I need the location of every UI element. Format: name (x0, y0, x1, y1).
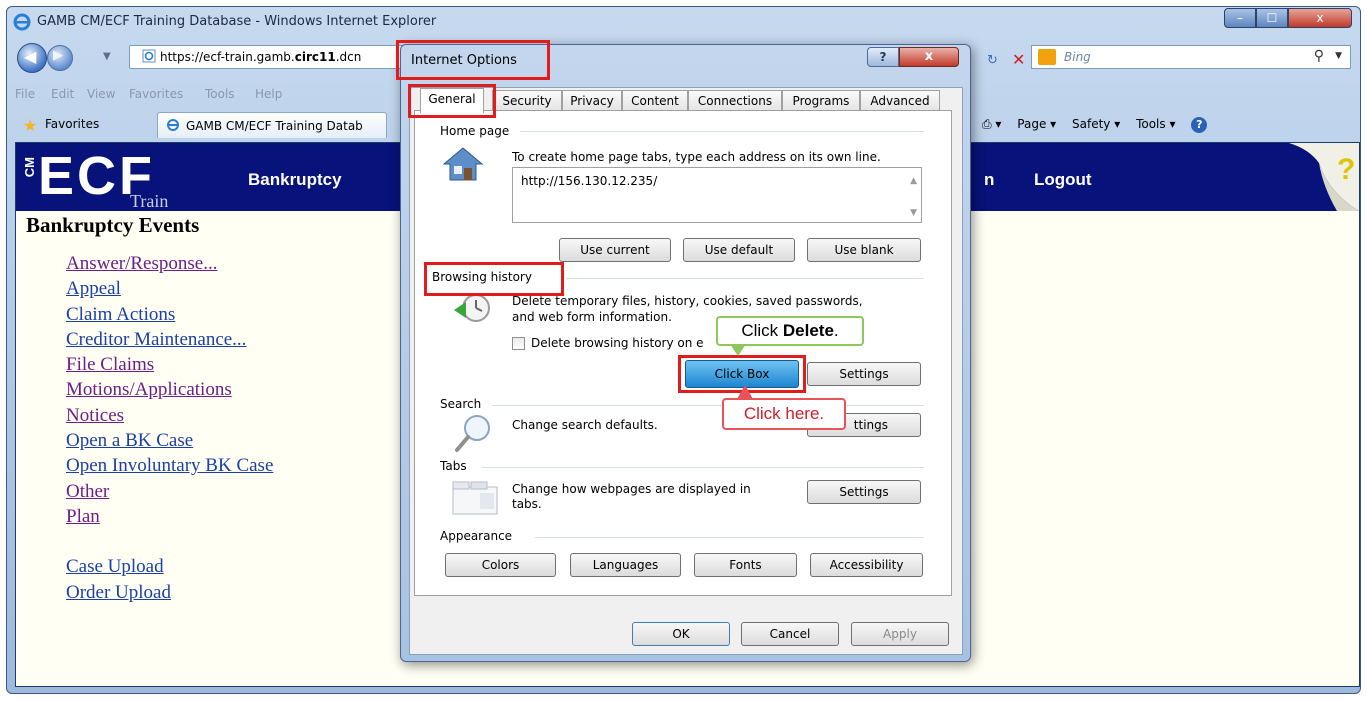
nav-logout[interactable]: Logout (1034, 170, 1092, 190)
search-box[interactable]: Bing ⚲ ▼ (1031, 45, 1351, 69)
use-default-button[interactable]: Use default (683, 238, 795, 262)
home-page-textarea[interactable]: http://156.130.12.235/ ▲ ▼ (512, 167, 922, 223)
browser-tab[interactable]: GAMB CM/ECF Training Datab (157, 112, 387, 138)
page-icon (142, 49, 156, 63)
title-bar: GAMB CM/ECF Training Database - Windows … (7, 7, 1360, 37)
ie-page-icon (167, 119, 179, 131)
back-button[interactable]: ◀ (17, 43, 47, 73)
apply-button[interactable]: Apply (851, 622, 949, 646)
forward-arrow-icon: ▶ (53, 48, 63, 63)
tab-content[interactable]: Content (622, 90, 688, 112)
event-link[interactable]: Answer/Response... (66, 251, 273, 276)
colors-button[interactable]: Colors (445, 553, 556, 577)
click-here-callout: Click here. (722, 398, 846, 430)
tab-security[interactable]: Security (492, 90, 562, 112)
event-link[interactable]: Plan (66, 504, 273, 529)
use-blank-button[interactable]: Use blank (807, 238, 921, 262)
tab-programs[interactable]: Programs (782, 90, 860, 112)
menu-favorites[interactable]: Favorites (129, 87, 183, 101)
cancel-button[interactable]: Cancel (741, 622, 839, 646)
recent-pages-dropdown-icon[interactable]: ▼ (103, 51, 111, 62)
svg-text:?: ? (1337, 153, 1355, 186)
languages-button[interactable]: Languages (570, 553, 681, 577)
event-link[interactable]: Appeal (66, 276, 273, 301)
forward-button[interactable]: ▶ (47, 45, 73, 71)
event-link[interactable]: Notices (66, 403, 273, 428)
maximize-button[interactable]: ☐ (1256, 8, 1288, 28)
stop-icon[interactable]: ✕ (1012, 50, 1025, 69)
logo-cm: CM (22, 157, 37, 178)
accessibility-button[interactable]: Accessibility (810, 553, 923, 577)
scroll-up-icon[interactable]: ▲ (910, 176, 917, 186)
delete-on-exit-checkbox[interactable] (512, 337, 525, 350)
page-menu[interactable]: Page ▾ (1017, 117, 1056, 131)
address-url: https://ecf-train.gamb.circ11.dcn (160, 50, 362, 64)
print-icon[interactable]: ⎙ ▾ (982, 117, 1001, 132)
browsing-history-highlight (424, 262, 564, 296)
event-link[interactable]: Other (66, 479, 273, 504)
page-title: Bankruptcy Events (26, 213, 200, 237)
menu-edit[interactable]: Edit (51, 87, 74, 101)
scroll-down-icon[interactable]: ▼ (910, 208, 917, 218)
event-list: Answer/Response... Appeal Claim Actions … (66, 251, 273, 605)
menu-view[interactable]: View (87, 87, 115, 101)
minimize-button[interactable]: – (1224, 8, 1256, 28)
browsing-history-settings-button[interactable]: Settings (807, 362, 921, 386)
menu-help[interactable]: Help (255, 87, 282, 101)
window-title: GAMB CM/ECF Training Database - Windows … (37, 14, 437, 29)
event-link[interactable]: Open Involuntary BK Case (66, 453, 273, 478)
event-link[interactable]: Claim Actions (66, 302, 273, 327)
nav-bankruptcy[interactable]: Bankruptcy (248, 170, 342, 190)
event-link[interactable]: File Claims (66, 352, 273, 377)
menu-tools[interactable]: Tools (205, 87, 235, 101)
callout-pointer (730, 344, 746, 356)
ie-logo-icon (13, 13, 31, 31)
refresh-icon[interactable]: ↻ (987, 53, 998, 68)
command-bar: ⎙ ▾ Page ▾ Safety ▾ Tools ▾ ? (982, 117, 1208, 133)
ok-button[interactable]: OK (632, 622, 730, 646)
callout-pointer (737, 385, 753, 399)
tab-connections[interactable]: Connections (688, 90, 782, 112)
help-page-curl-icon[interactable]: ? (1289, 143, 1359, 211)
nav-partial[interactable]: n (984, 170, 994, 190)
menu-file[interactable]: File (15, 87, 35, 101)
favorites-button[interactable]: Favorites (45, 117, 99, 131)
search-icon[interactable]: ⚲ (1314, 48, 1324, 64)
favorites-star-icon[interactable]: ★ (23, 116, 37, 135)
tab-privacy[interactable]: Privacy (562, 90, 622, 112)
logo-train: Train (130, 191, 169, 211)
tools-menu[interactable]: Tools ▾ (1136, 117, 1175, 131)
bing-icon (1038, 49, 1056, 65)
event-link[interactable]: Motions/Applications (66, 377, 273, 402)
use-current-button[interactable]: Use current (559, 238, 671, 262)
upload-link-order[interactable]: Order Upload (66, 580, 273, 605)
event-link[interactable]: Open a BK Case (66, 428, 273, 453)
tabs-settings-button[interactable]: Settings (807, 480, 921, 504)
close-button[interactable]: x (1288, 8, 1352, 28)
upload-link-case[interactable]: Case Upload (66, 554, 273, 579)
fonts-button[interactable]: Fonts (694, 553, 797, 577)
dialog-close-button[interactable]: x (899, 47, 959, 67)
search-placeholder: Bing (1064, 50, 1091, 64)
tab-title: GAMB CM/ECF Training Datab (186, 119, 363, 133)
general-tab-highlight (408, 84, 496, 118)
back-arrow-icon: ◀ (24, 47, 37, 66)
help-icon[interactable]: ? (1191, 117, 1208, 133)
dialog-help-button[interactable]: ? (867, 47, 899, 67)
click-delete-callout: Click Delete. (716, 316, 864, 346)
home-page-url: http://156.130.12.235/ (521, 174, 658, 188)
menu-bar: File Edit View Favorites Tools Help (7, 85, 407, 105)
safety-menu[interactable]: Safety ▾ (1072, 117, 1120, 131)
search-dropdown-icon[interactable]: ▼ (1335, 51, 1342, 61)
event-link[interactable]: Creditor Maintenance... (66, 327, 273, 352)
dialog-title-highlight (396, 40, 550, 80)
tab-advanced[interactable]: Advanced (860, 90, 940, 112)
